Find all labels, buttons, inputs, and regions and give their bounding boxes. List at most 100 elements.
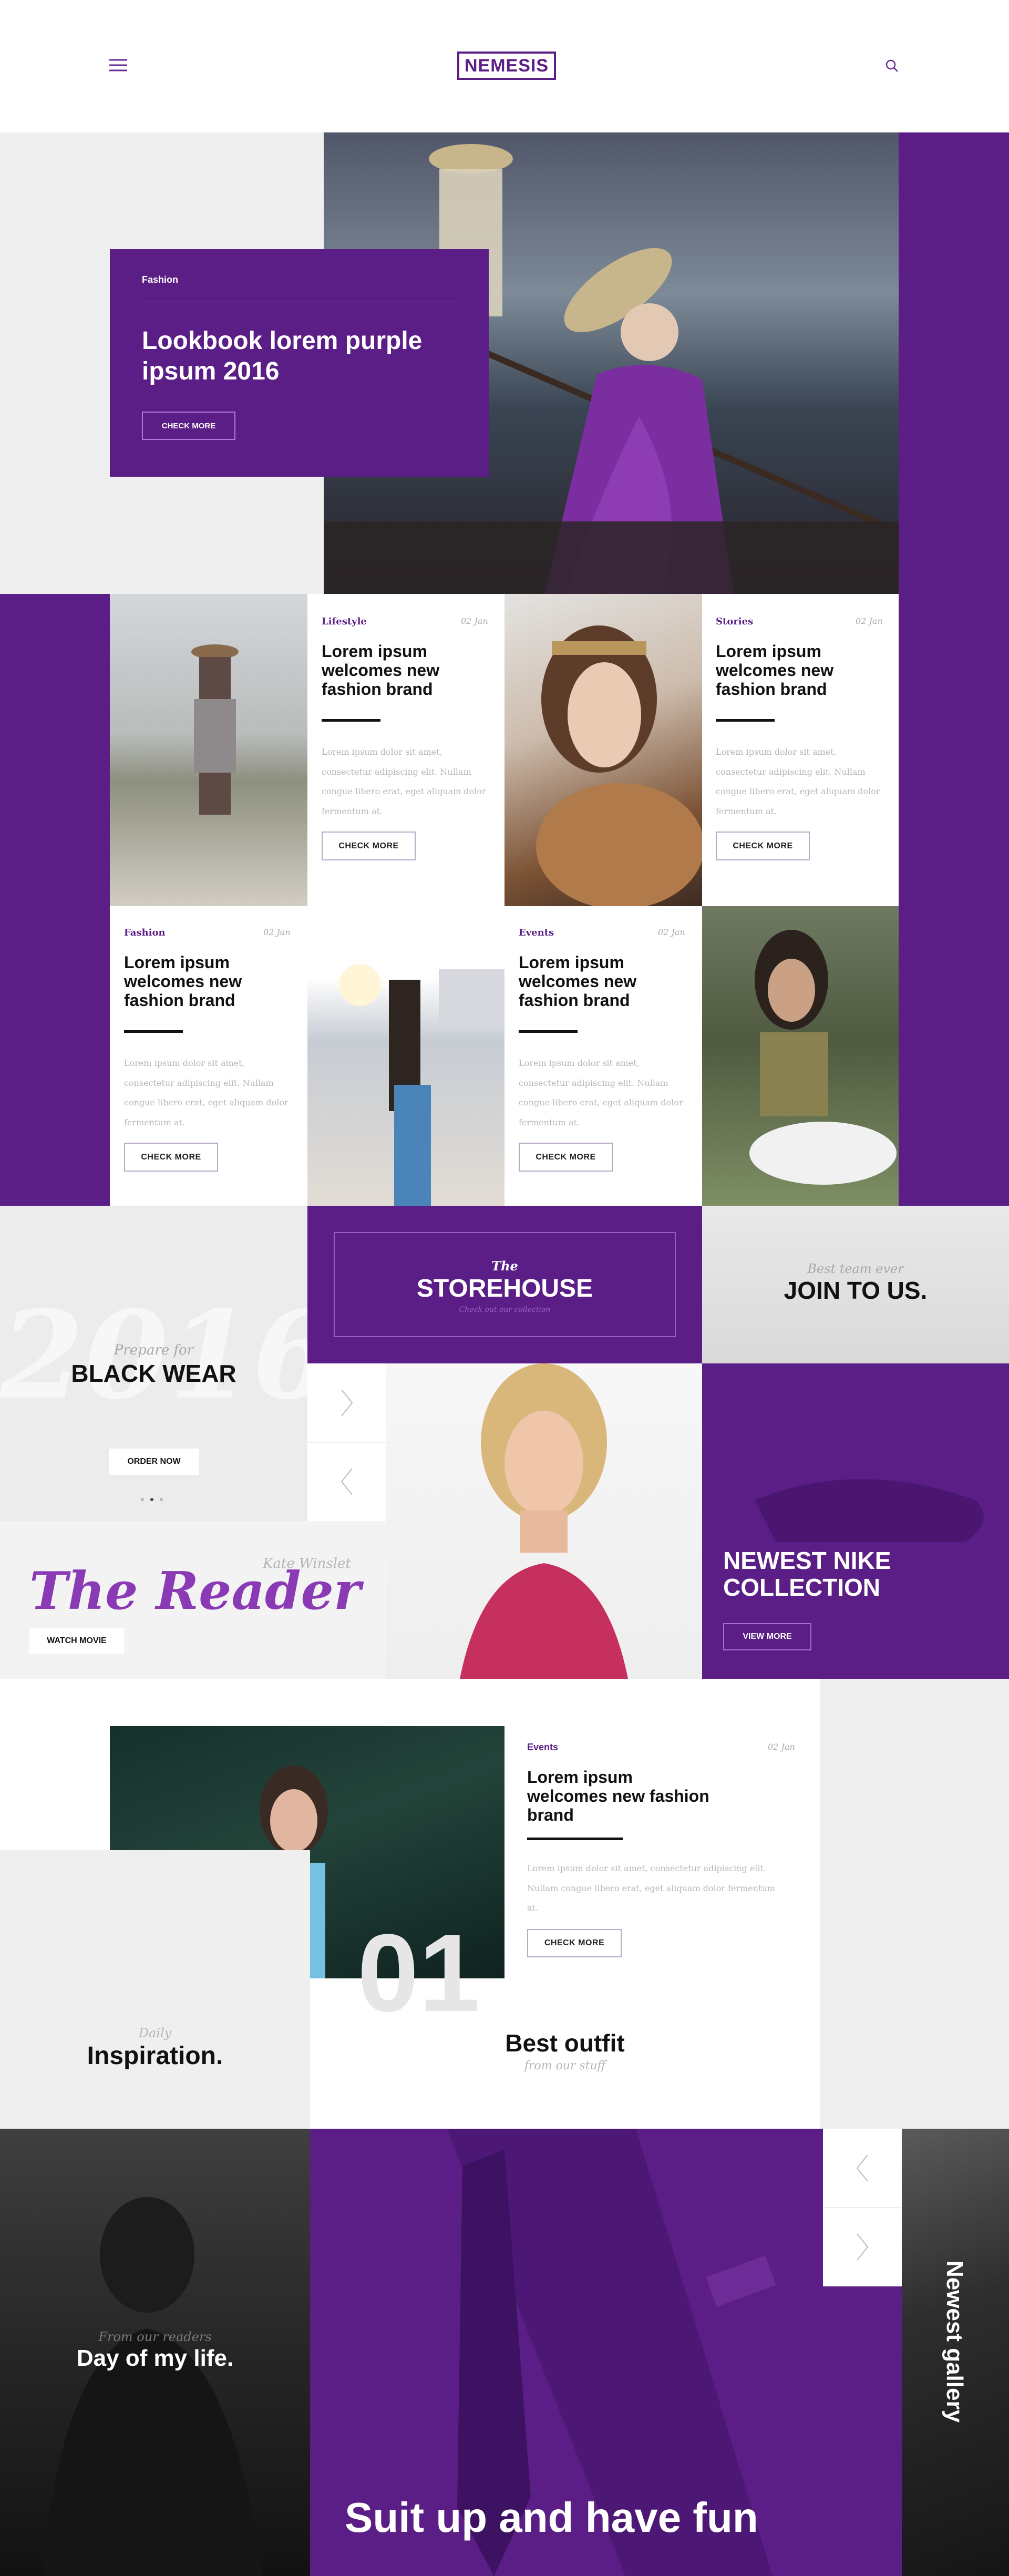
slider-dots[interactable]	[141, 1497, 167, 1502]
bottom-section: From our readers Day of my life. Suit up…	[0, 2129, 1009, 2576]
blackwear-kicker: Prepare for	[114, 1342, 194, 1358]
card-title[interactable]: Lorem ipsum welcomes new fashion brand	[322, 642, 479, 699]
nike-panel: NEWEST NIKE COLLECTION VIEW MORE	[702, 1363, 1009, 1679]
suit-panel: Suit up and have fun	[310, 2129, 902, 2576]
card-category: Stories	[716, 616, 754, 627]
card-title[interactable]: Lorem ipsum welcomes new fashion brand	[716, 642, 873, 699]
grid-purple-right	[899, 594, 1009, 1206]
chevron-right-icon[interactable]	[336, 1384, 357, 1421]
card-date: 02 Jan	[263, 927, 291, 937]
feature-title[interactable]: Lorem ipsum welcomes new fashion brand	[527, 1768, 716, 1824]
slider-dot[interactable]	[160, 1498, 163, 1501]
card-rule	[716, 719, 775, 722]
article-card: Fashion 02 Jan Lorem ipsum welcomes new …	[110, 906, 307, 1206]
join-kicker: Best team ever	[807, 1261, 904, 1276]
join-panel: Best team ever JOIN TO US.	[702, 1206, 1009, 1363]
feature-section: Events 02 Jan Lorem ipsum welcomes new f…	[0, 1679, 1009, 2129]
article-grid: Lifestyle 02 Jan Lorem ipsum welcomes ne…	[0, 594, 1009, 1206]
card-category: Events	[519, 927, 554, 938]
storehouse-panel: The STOREHOUSE Check out our collection	[307, 1206, 702, 1363]
feature-check-more-button[interactable]: CHECK MORE	[527, 1929, 622, 1957]
article-image-seated-woman	[702, 906, 899, 1206]
logo-text: NEMESIS	[464, 55, 549, 76]
hamburger-menu-icon[interactable]	[109, 58, 127, 72]
slider-dot-active[interactable]	[150, 1498, 153, 1501]
storehouse-kicker: The	[491, 1258, 518, 1274]
card-rule	[124, 1030, 183, 1033]
slider-arrows	[307, 1363, 386, 1521]
logo[interactable]: NEMESIS	[457, 52, 556, 80]
card-category: Lifestyle	[322, 616, 367, 627]
storehouse-frame[interactable]: The STOREHOUSE Check out our collection	[334, 1232, 676, 1337]
inspiration-title[interactable]: Inspiration.	[0, 2041, 310, 2070]
hero-card: Fashion Lookbook lorem purple ipsum 2016…	[110, 249, 489, 477]
feature-date: 02 Jan	[768, 1742, 795, 1752]
day-panel: From our readers Day of my life.	[0, 2129, 310, 2576]
chevron-right-icon[interactable]	[852, 2229, 873, 2265]
card-excerpt: Lorem ipsum dolor sit amet, consectetur …	[322, 747, 486, 816]
gallery-panel: Newest gallery	[902, 2129, 1009, 2576]
article-image-sunset-woman	[307, 906, 504, 1206]
storehouse-subtitle: Check out our collection	[459, 1306, 551, 1314]
card-check-more-button[interactable]: CHECK MORE	[716, 832, 810, 860]
join-title[interactable]: JOIN TO US.	[702, 1276, 1009, 1305]
feature-excerpt: Lorem ipsum dolor sit amet, consectetur …	[527, 1863, 775, 1913]
inspiration-panel: Daily Inspiration.	[0, 1850, 310, 2129]
day-kicker: From our readers	[98, 2329, 212, 2344]
card-date: 02 Jan	[658, 927, 685, 937]
card-rule	[322, 719, 380, 722]
feature-category: Events	[527, 1742, 559, 1752]
hero-check-more-button[interactable]: CHECK MORE	[142, 412, 235, 440]
feature-card: Events 02 Jan Lorem ipsum welcomes new f…	[527, 1742, 811, 1957]
hero-purple-side	[899, 132, 1009, 594]
article-card: Events 02 Jan Lorem ipsum welcomes new f…	[504, 906, 702, 1206]
card-excerpt: Lorem ipsum dolor sit amet, consectetur …	[716, 747, 880, 816]
arrows-divider	[823, 2207, 902, 2208]
card-excerpt: Lorem ipsum dolor sit amet, consectetur …	[124, 1058, 289, 1127]
blackwear-panel: 2016 Prepare for BLACK WEAR ORDER NOW	[0, 1206, 307, 1521]
hero-category: Fashion	[142, 274, 179, 285]
watch-movie-button[interactable]: WATCH MOVIE	[29, 1628, 124, 1654]
blackwear-title: BLACK WEAR	[71, 1360, 236, 1387]
card-check-more-button[interactable]: CHECK MORE	[519, 1143, 613, 1172]
storehouse-title: STOREHOUSE	[416, 1275, 593, 1302]
suit-title[interactable]: Suit up and have fun	[345, 2493, 758, 2542]
card-check-more-button[interactable]: CHECK MORE	[322, 832, 416, 860]
article-card: Stories 02 Jan Lorem ipsum welcomes new …	[702, 594, 899, 906]
card-rule	[519, 1030, 578, 1033]
feature-grey-right	[820, 1679, 1009, 2129]
article-image-headband-woman	[504, 594, 702, 906]
nike-title: NEWEST NIKE COLLECTION	[723, 1547, 891, 1601]
chevron-left-icon[interactable]	[852, 2150, 873, 2187]
chevron-left-icon[interactable]	[336, 1463, 357, 1500]
card-date: 02 Jan	[461, 616, 488, 626]
grid-purple-left	[0, 594, 110, 1206]
promo-section: 2016 Prepare for BLACK WEAR ORDER NOW Th…	[0, 1206, 1009, 1679]
card-title[interactable]: Lorem ipsum welcomes new fashion brand	[124, 953, 282, 1010]
site-header: NEMESIS	[0, 0, 1009, 132]
inspiration-kicker: Daily	[138, 2026, 172, 2040]
slider-dot[interactable]	[141, 1498, 144, 1501]
search-icon[interactable]	[885, 59, 899, 73]
card-title[interactable]: Lorem ipsum welcomes new fashion brand	[519, 953, 676, 1010]
card-check-more-button[interactable]: CHECK MORE	[124, 1143, 218, 1172]
article-card: Lifestyle 02 Jan Lorem ipsum welcomes ne…	[307, 594, 504, 906]
arrows-divider	[307, 1442, 386, 1443]
day-title[interactable]: Day of my life.	[0, 2345, 310, 2372]
view-more-button[interactable]: VIEW MORE	[723, 1623, 811, 1650]
hero-title: Lookbook lorem purple ipsum 2016	[142, 327, 423, 385]
reader-panel: Kate Winslet The Reader WATCH MOVIE	[0, 1521, 386, 1679]
reader-title[interactable]: The Reader	[29, 1561, 361, 1621]
card-excerpt: Lorem ipsum dolor sit amet, consectetur …	[519, 1058, 683, 1127]
feature-number: 01	[357, 1911, 480, 2035]
outfit-subtitle: from our stuff	[524, 2059, 606, 2072]
article-image-hat-woman	[110, 594, 307, 906]
order-now-button[interactable]: ORDER NOW	[109, 1449, 199, 1475]
portrait-image	[386, 1363, 702, 1679]
feature-rule	[527, 1838, 623, 1840]
gallery-title[interactable]: Newest gallery	[941, 2200, 967, 2483]
gallery-arrows	[823, 2129, 902, 2286]
card-category: Fashion	[124, 927, 166, 938]
card-date: 02 Jan	[856, 616, 883, 626]
hero-section: Fashion Lookbook lorem purple ipsum 2016…	[0, 132, 1009, 594]
